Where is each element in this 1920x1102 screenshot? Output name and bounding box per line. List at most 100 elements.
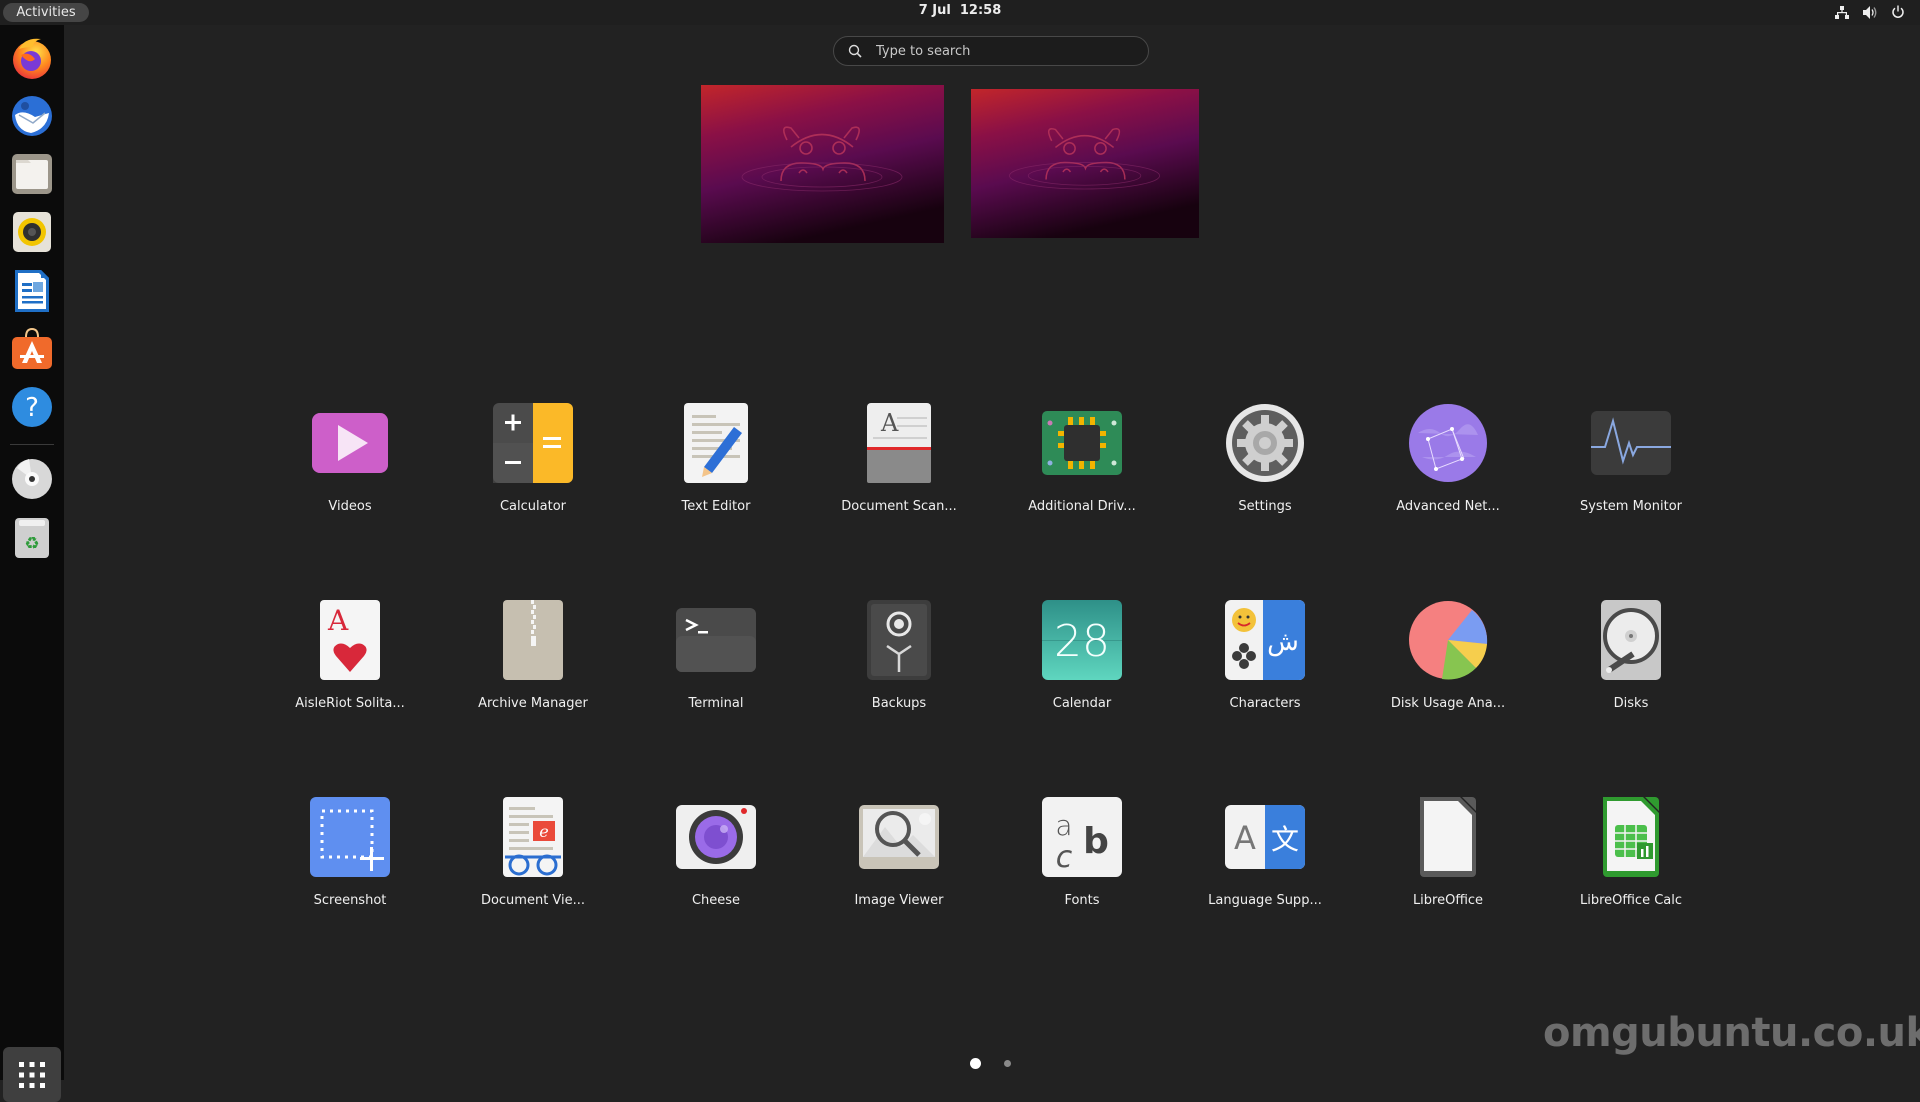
search-box[interactable] [833, 36, 1149, 66]
volume-icon[interactable] [1862, 4, 1878, 20]
screenshot-icon [310, 797, 390, 877]
firefox-icon [13, 38, 51, 79]
aisleriot-icon: A [320, 600, 380, 680]
search-icon [848, 44, 862, 58]
app-label: Archive Manager [478, 696, 588, 711]
dock-item-help[interactable]: ? [8, 383, 56, 431]
app-label: Disk Usage Ana... [1390, 696, 1506, 711]
svg-text:ش: ش [1267, 627, 1299, 657]
app-advanced-network[interactable]: Advanced Net... [1368, 403, 1528, 514]
system-monitor-icon [1591, 411, 1671, 475]
app-label: Document Vie... [480, 893, 586, 908]
dock-item-trash[interactable]: ♻ [8, 514, 56, 562]
app-backups[interactable]: Backups [819, 600, 979, 711]
app-label: Settings [1238, 499, 1292, 514]
app-screenshot[interactable]: Screenshot [270, 797, 430, 908]
dock-item-rhythmbox[interactable] [8, 208, 56, 256]
app-label: Additional Driv... [1028, 499, 1136, 514]
show-applications-button[interactable] [3, 1047, 61, 1102]
app-archive-manager[interactable]: Archive Manager [453, 600, 613, 711]
app-label: Advanced Net... [1396, 499, 1500, 514]
dock-item-firefox[interactable] [8, 34, 56, 82]
activities-button[interactable]: Activities [3, 3, 89, 22]
app-label: Characters [1229, 696, 1301, 711]
power-icon[interactable] [1890, 4, 1906, 20]
app-disk-usage-analyzer[interactable]: Disk Usage Ana... [1368, 600, 1528, 711]
app-libreoffice[interactable]: LibreOffice [1368, 797, 1528, 908]
svg-text:b: b [1083, 821, 1109, 862]
dock-item-libreoffice-writer[interactable] [8, 267, 56, 315]
cheese-icon [676, 805, 756, 869]
app-label: Fonts [1064, 893, 1100, 908]
search-input[interactable] [874, 42, 1138, 60]
app-document-scanner[interactable]: A Document Scan... [819, 403, 979, 514]
app-system-monitor[interactable]: System Monitor [1551, 403, 1711, 514]
dock-item-cd-drive[interactable] [8, 455, 56, 503]
document-viewer-icon: e [503, 797, 563, 877]
app-label: Terminal [688, 696, 744, 711]
app-label: Image Viewer [854, 893, 944, 908]
app-language-support[interactable]: A文 Language Supp... [1185, 797, 1345, 908]
dock-item-ubuntu-software[interactable] [8, 325, 56, 373]
advanced-network-icon [1409, 404, 1487, 482]
system-tray[interactable] [1834, 4, 1906, 20]
app-label: LibreOffice [1412, 893, 1484, 908]
dock: ? ♻ [0, 25, 64, 1102]
app-label: Disks [1613, 696, 1649, 711]
software-icon [12, 327, 52, 369]
calculator-icon [493, 403, 573, 483]
app-text-editor[interactable]: Text Editor [636, 403, 796, 514]
trash-icon: ♻ [15, 518, 49, 558]
app-calendar[interactable]: 28 Calendar [1002, 600, 1162, 711]
fonts-icon: ac b [1042, 797, 1122, 877]
app-aisleriot-solitaire[interactable]: A AisleRiot Solita... [270, 600, 430, 711]
app-label: Language Supp... [1208, 893, 1322, 908]
page-dot-1[interactable] [970, 1058, 981, 1069]
clock-button[interactable]: 7 Jul 12:58 [919, 3, 1002, 18]
image-viewer-icon [859, 805, 939, 869]
app-label: AisleRiot Solita... [295, 696, 405, 711]
svg-text:e: e [539, 822, 548, 841]
app-label: Calculator [499, 499, 566, 514]
app-label: Cheese [691, 893, 741, 908]
app-label: LibreOffice Calc [1579, 893, 1683, 908]
app-additional-drivers[interactable]: Additional Driv... [1002, 403, 1162, 514]
svg-text:a: a [1055, 809, 1072, 842]
network-icon[interactable] [1834, 4, 1850, 20]
workspace-thumbnail-1[interactable] [701, 85, 944, 243]
app-terminal[interactable]: Terminal [636, 600, 796, 711]
calendar-icon: 28 [1042, 600, 1122, 680]
app-calculator[interactable]: Calculator [453, 403, 613, 514]
app-document-viewer[interactable]: e Document Vie... [453, 797, 613, 908]
app-settings[interactable]: Settings [1185, 403, 1345, 514]
clock-time: 12:58 [959, 3, 1002, 18]
app-cheese[interactable]: Cheese [636, 797, 796, 908]
wallpaper-hippo [701, 85, 944, 243]
app-label: System Monitor [1579, 499, 1683, 514]
app-label: Document Scan... [841, 499, 957, 514]
dock-item-files[interactable] [8, 150, 56, 198]
language-support-icon: A文 [1225, 805, 1305, 869]
app-videos[interactable]: Videos [270, 403, 430, 514]
svg-text:文: 文 [1271, 823, 1299, 856]
svg-text:?: ? [25, 393, 39, 423]
app-label: Text Editor [681, 499, 751, 514]
dock-item-thunderbird[interactable] [8, 92, 56, 140]
app-characters[interactable]: ش Characters [1185, 600, 1345, 711]
libreoffice-calc-icon [1603, 797, 1659, 877]
app-fonts[interactable]: acb Fonts [1002, 797, 1162, 908]
page-dot-2[interactable] [1004, 1060, 1011, 1067]
app-label: Screenshot [313, 893, 387, 908]
app-disks[interactable]: Disks [1551, 600, 1711, 711]
app-libreoffice-calc[interactable]: LibreOffice Calc [1551, 797, 1711, 908]
workspace-thumbnail-2[interactable] [971, 89, 1199, 238]
archive-manager-icon [503, 600, 563, 680]
app-image-viewer[interactable]: Image Viewer [819, 797, 979, 908]
clock: 7 Jul 12:58 [0, 3, 1920, 18]
settings-icon [1226, 404, 1304, 482]
text-editor-icon [684, 403, 748, 483]
cd-drive-icon [12, 459, 52, 499]
document-scanner-icon: A [867, 403, 931, 483]
page-indicator [0, 1058, 1920, 1070]
disks-icon [1601, 600, 1661, 680]
